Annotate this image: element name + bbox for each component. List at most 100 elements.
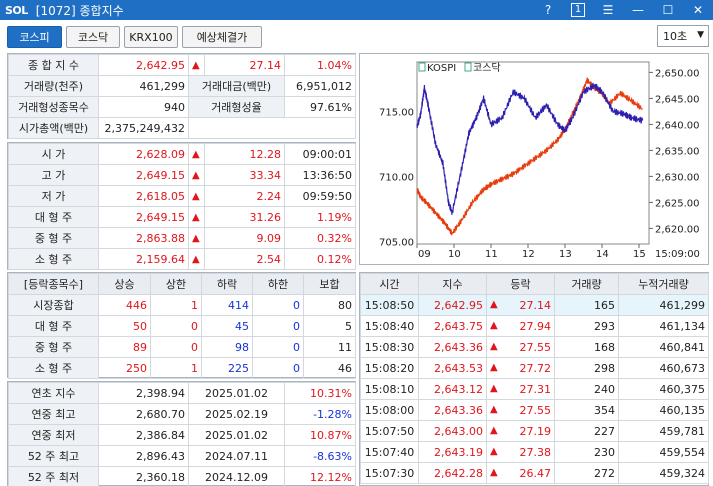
index-change: 27.14 xyxy=(204,54,285,76)
breadth-table: [등락종목수] 상승 상한 하락 하한 보합 시장종합 446 1 414 0 80 대 형 주 50 0 4… xyxy=(8,273,356,379)
tick-header: 거래량 xyxy=(554,273,619,295)
intraday-chart[interactable]: 715.00 710.00 705.00 2,650.00 2,645.00 2,640.… xyxy=(359,53,709,265)
tick-row[interactable]: 15:08:20 2,643.53 ▲ 27.72 298 460,673 xyxy=(360,357,709,379)
price-row: 대 형 주 2,649.15 ▲ 31.26 1.19% xyxy=(8,206,356,228)
summary-row-index: 종 합 지 수 2,642.95 ▲ 27.14 1.04% xyxy=(8,54,356,76)
close-button[interactable]: ✕ xyxy=(683,0,713,20)
tick-table: 시간 지수 등락 거래량 누적거래량 15:08:50 2,642.95 ▲ 27.14 165 4… xyxy=(360,273,709,484)
up-triangle-icon: ▲ xyxy=(490,361,498,373)
tick-row[interactable]: 15:07:40 2,643.19 ▲ 27.38 230 459,554 xyxy=(360,441,709,463)
price-value: 2,649.15 xyxy=(98,206,189,228)
up-triangle-icon: ▲ xyxy=(188,164,205,186)
breadth-row: 시장종합 446 1 414 0 80 xyxy=(8,294,356,316)
price-change: 31.26 xyxy=(204,206,285,228)
tick-row[interactable]: 15:08:10 2,643.12 ▲ 27.31 240 460,375 xyxy=(360,378,709,400)
tick-change-value: 27.38 xyxy=(519,445,552,459)
tick-time: 15:07:40 xyxy=(360,441,419,463)
screen-number-button[interactable]: 1 xyxy=(563,0,593,20)
extreme-row: 연초 지수 2,398.94 2025.01.02 10.31% xyxy=(8,382,356,404)
price-row: 시 가 2,628.09 ▲ 12.28 09:00:01 xyxy=(8,143,356,165)
tick-index: 2,642.95 xyxy=(418,294,487,316)
price-time: 13:36:50 xyxy=(284,164,356,186)
left-axis-tick: 715.00 xyxy=(379,107,414,118)
up-triangle-icon: ▲ xyxy=(490,424,498,436)
price-time: 0.12% xyxy=(284,248,356,270)
up-triangle-icon: ▲ xyxy=(490,340,498,352)
price-time: 09:59:50 xyxy=(284,185,356,207)
tick-volume: 168 xyxy=(554,336,619,358)
price-label: 대 형 주 xyxy=(8,206,99,228)
tab-kospi[interactable]: 코스피 xyxy=(7,26,62,48)
tick-volume: 272 xyxy=(554,462,619,484)
tick-change: ▲ 27.55 xyxy=(486,336,555,358)
extreme-label: 연중 최고 xyxy=(8,403,99,425)
breadth-down: 98 xyxy=(201,336,253,358)
tick-cum-volume: 460,375 xyxy=(618,378,709,400)
breadth-row: 대 형 주 50 0 45 0 5 xyxy=(8,315,356,337)
tick-index: 2,643.75 xyxy=(418,315,487,337)
price-row: 고 가 2,649.15 ▲ 33.34 13:36:50 xyxy=(8,164,356,186)
tick-time: 15:08:10 xyxy=(360,378,419,400)
tab-expected-price[interactable]: 예상체결가 xyxy=(182,26,262,48)
breadth-down: 225 xyxy=(201,357,253,379)
up-triangle-icon: ▲ xyxy=(188,206,205,228)
right-axis-tick: 2,620.00 xyxy=(655,224,700,235)
up-triangle-icon: ▲ xyxy=(490,382,498,394)
tab-kosdaq[interactable]: 코스닥 xyxy=(66,26,120,48)
breadth-downlimit: 0 xyxy=(252,294,304,316)
marketcap-label: 시가총액(백만) xyxy=(8,117,99,139)
summary-panel: 종 합 지 수 2,642.95 ▲ 27.14 1.04% 거래량(천주) 4… xyxy=(7,53,356,139)
extreme-rate: -8.63% xyxy=(284,445,356,467)
tick-change-value: 27.94 xyxy=(519,319,552,333)
price-row: 저 가 2,618.05 ▲ 2.24 09:59:50 xyxy=(8,185,356,207)
tick-volume: 298 xyxy=(554,357,619,379)
price-change: 12.28 xyxy=(204,143,285,165)
right-axis-tick: 2,650.00 xyxy=(655,68,700,79)
breadth-up: 250 xyxy=(98,357,151,379)
x-axis-tick: 12 xyxy=(522,249,535,260)
x-axis-tick: 11 xyxy=(485,249,498,260)
x-axis-tick: 14 xyxy=(596,249,609,260)
tick-row[interactable]: 15:07:50 2,643.00 ▲ 27.19 227 459,781 xyxy=(360,420,709,442)
interval-value: 10초 xyxy=(663,30,688,43)
interval-select[interactable]: 10초 ▼ xyxy=(657,25,709,47)
tick-header: 등락 xyxy=(486,273,555,295)
empty-cell xyxy=(188,117,356,139)
tick-row[interactable]: 15:08:50 2,642.95 ▲ 27.14 165 461,299 xyxy=(360,294,709,316)
traded-count-value: 940 xyxy=(98,96,189,118)
help-button[interactable]: ? xyxy=(533,0,563,20)
extreme-row: 연중 최저 2,386.84 2025.01.02 10.87% xyxy=(8,424,356,446)
left-axis-tick: 705.00 xyxy=(379,237,414,248)
price-value: 2,159.64 xyxy=(98,248,189,270)
tick-row[interactable]: 15:08:30 2,643.36 ▲ 27.55 168 460,841 xyxy=(360,336,709,358)
tick-time: 15:07:50 xyxy=(360,420,419,442)
price-time: 0.32% xyxy=(284,227,356,249)
price-time: 1.19% xyxy=(284,206,356,228)
extreme-value: 2,360.18 xyxy=(98,466,189,486)
minimize-button[interactable]: — xyxy=(623,0,653,20)
left-axis-tick: 710.00 xyxy=(379,172,414,183)
breadth-label: 시장종합 xyxy=(8,294,99,316)
tick-row[interactable]: 15:08:00 2,643.36 ▲ 27.55 354 460,135 xyxy=(360,399,709,421)
price-label: 저 가 xyxy=(8,185,99,207)
tick-change-value: 27.55 xyxy=(519,340,552,354)
tick-change: ▲ 27.38 xyxy=(486,441,555,463)
maximize-button[interactable]: ☐ xyxy=(653,0,683,20)
extreme-rate: 10.87% xyxy=(284,424,356,446)
breadth-uplimit: 0 xyxy=(150,315,202,337)
index-rate: 1.04% xyxy=(284,54,356,76)
tick-header-row: 시간 지수 등락 거래량 누적거래량 xyxy=(360,273,709,295)
tick-row[interactable]: 15:07:30 2,642.28 ▲ 26.47 272 459,324 xyxy=(360,462,709,484)
tab-krx100[interactable]: KRX100 xyxy=(124,26,178,48)
breadth-up: 89 xyxy=(98,336,151,358)
tick-row[interactable]: 15:08:40 2,643.75 ▲ 27.94 293 461,134 xyxy=(360,315,709,337)
extreme-value: 2,896.43 xyxy=(98,445,189,467)
tick-header: 누적거래량 xyxy=(618,273,709,295)
tick-index: 2,642.28 xyxy=(418,462,487,484)
extreme-label: 52 주 최저 xyxy=(8,466,99,486)
summary-table: 종 합 지 수 2,642.95 ▲ 27.14 1.04% 거래량(천주) 4… xyxy=(8,54,356,139)
menu-button[interactable]: ☰ xyxy=(593,0,623,20)
breadth-up: 50 xyxy=(98,315,151,337)
tick-change: ▲ 27.55 xyxy=(486,399,555,421)
tick-index: 2,643.36 xyxy=(418,336,487,358)
